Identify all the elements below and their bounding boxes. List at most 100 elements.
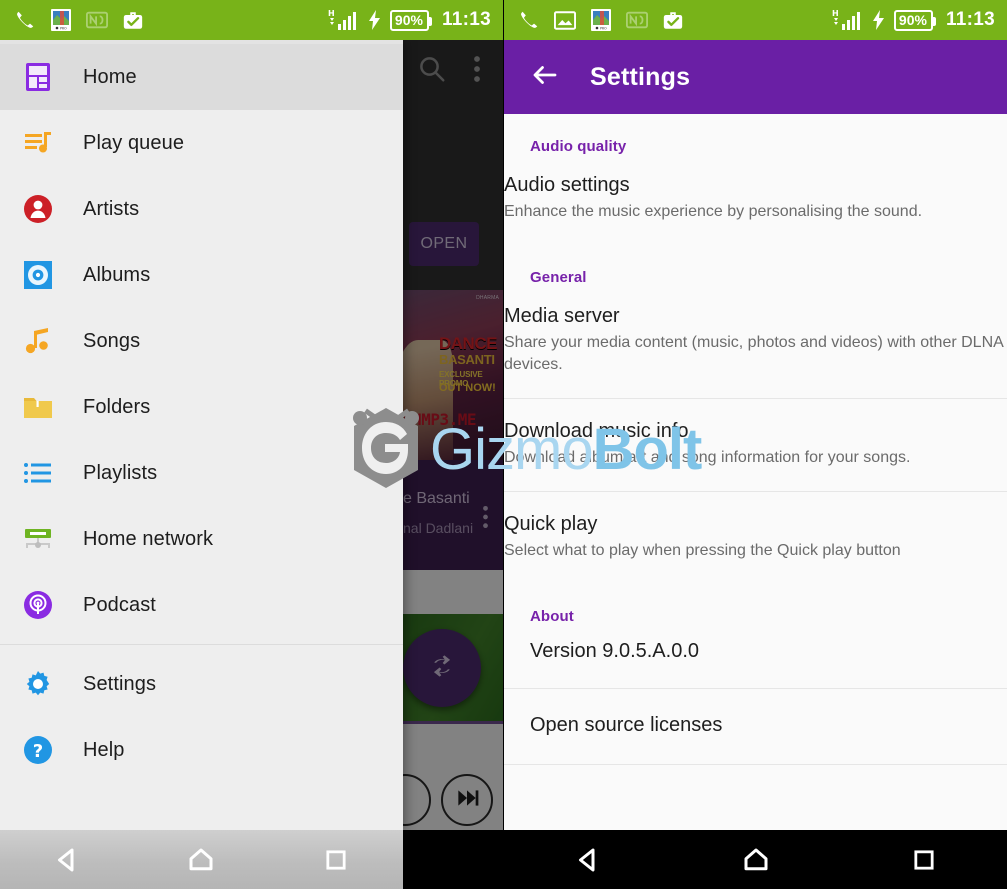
pref-version[interactable]: Version 9.0.5.A.0.0: [504, 639, 1007, 688]
sidebar-item-albums[interactable]: Albums: [0, 242, 403, 308]
sidebar-item-label: Playlists: [83, 461, 158, 484]
status-bar-right-left-icons: PRO: [518, 8, 832, 32]
pref-media-server[interactable]: Media server Share your media content (m…: [504, 300, 1007, 398]
charging-bolt-icon: [367, 9, 381, 31]
charging-bolt-icon: [871, 9, 885, 31]
pref-title: Version 9.0.5.A.0.0: [530, 640, 700, 663]
home-pentagon-icon[interactable]: [714, 830, 798, 889]
status-bar-right: PRO H 90% 11:13: [504, 0, 1007, 40]
nfc-icon: [626, 11, 648, 29]
sidebar-item-folders[interactable]: Folders: [0, 374, 403, 440]
svg-text:H: H: [328, 9, 335, 18]
settings-app-bar: Settings: [504, 40, 1007, 114]
recents-square-icon[interactable]: [882, 830, 966, 889]
pref-subtitle: Select what to play when pressing the Qu…: [504, 542, 901, 560]
right-screen-settings: PRO H 90% 11:13 Settings Audio quality A…: [503, 0, 1007, 889]
work-profile-icon: [122, 10, 144, 31]
svg-text:PRO: PRO: [60, 26, 67, 30]
status-bar-left-icons: PRO: [14, 8, 328, 32]
back-arrow-icon[interactable]: [530, 60, 560, 95]
pref-audio-settings[interactable]: Audio settings Enhance the music experie…: [504, 169, 1007, 245]
playlist-lines-icon: [19, 454, 57, 492]
android-nav-bar-right: [504, 830, 1007, 889]
navigation-drawer: Home Play queue Artists Albums Songs Fol…: [0, 40, 403, 830]
pref-subtitle: Enhance the music experience by personal…: [504, 203, 923, 220]
album-disc-icon: [19, 256, 57, 294]
phone-call-icon: [518, 9, 540, 31]
section-heading-about: About: [530, 608, 574, 626]
clock-text: 11:13: [945, 9, 995, 30]
pref-title: Open source licenses: [530, 714, 723, 737]
sidebar-item-home[interactable]: Home: [0, 44, 403, 110]
pref-open-source-licenses[interactable]: Open source licenses: [504, 689, 1007, 764]
play-queue-icon: [19, 124, 57, 162]
section-heading-audio-quality: Audio quality: [530, 138, 627, 155]
settings-list[interactable]: Audio quality Audio settings Enhance the…: [504, 114, 1007, 830]
sidebar-item-play-queue[interactable]: Play queue: [0, 110, 403, 176]
drawer-scrim[interactable]: [403, 40, 503, 889]
sidebar-item-label: Folders: [83, 395, 151, 418]
pref-title: Media server: [504, 305, 620, 328]
phone-call-icon: [14, 9, 36, 31]
pref-subtitle: Share your media content (music, photos …: [504, 334, 1003, 374]
sidebar-item-help[interactable]: ? Help: [0, 717, 403, 783]
image-icon: [554, 10, 576, 30]
music-note-icon: [19, 322, 57, 360]
photo-app-icon: PRO: [590, 8, 612, 32]
home-network-icon: [19, 520, 57, 558]
svg-text:H: H: [832, 9, 839, 18]
sidebar-item-label: Podcast: [83, 593, 156, 616]
sidebar-item-songs[interactable]: Songs: [0, 308, 403, 374]
home-pentagon-icon[interactable]: [159, 830, 243, 889]
pref-subtitle: Download album art and song information …: [504, 449, 911, 467]
left-screen-drawer: PRO H 90% 11:13 OPEN DHARMA DANCE BASANT…: [0, 0, 503, 889]
photo-app-icon: PRO: [50, 8, 72, 32]
battery-indicator: 90%: [389, 9, 432, 31]
status-bar: PRO H 90% 11:13: [0, 0, 503, 40]
back-triangle-icon[interactable]: [546, 830, 630, 889]
svg-text:?: ?: [33, 741, 43, 762]
signal-bars-icon: H: [328, 8, 358, 32]
sidebar-item-label: Songs: [83, 329, 141, 352]
sidebar-item-label: Artists: [83, 197, 140, 220]
battery-indicator: 90%: [893, 9, 936, 31]
drawer-divider: [0, 644, 403, 645]
folder-icon: [19, 388, 57, 426]
scrim-nav-filler: [403, 830, 503, 889]
pref-quick-play[interactable]: Quick play Select what to play when pres…: [504, 492, 1007, 584]
nfc-icon: [86, 11, 108, 29]
android-nav-bar-left: [0, 830, 403, 889]
podcast-icon: [19, 586, 57, 624]
sidebar-item-settings[interactable]: Settings: [0, 651, 403, 717]
pref-title: Audio settings: [504, 174, 630, 196]
sidebar-item-label: Help: [83, 738, 125, 761]
sidebar-item-home-network[interactable]: Home network: [0, 506, 403, 572]
sidebar-item-label: Settings: [83, 672, 157, 695]
sidebar-item-label: Home network: [83, 527, 214, 550]
battery-level-text: 90%: [898, 12, 927, 28]
status-bar-right-icons: H 90% 11:13: [328, 8, 491, 32]
sidebar-item-playlists[interactable]: Playlists: [0, 440, 403, 506]
signal-bars-icon: H: [832, 8, 862, 32]
pref-title: Download music info: [504, 420, 689, 443]
section-heading-general: General: [530, 269, 587, 287]
back-triangle-icon[interactable]: [25, 830, 109, 889]
sidebar-item-label: Play queue: [83, 131, 185, 154]
svg-text:PRO: PRO: [600, 26, 607, 30]
sidebar-item-artists[interactable]: Artists: [0, 176, 403, 242]
home-dashboard-icon: [19, 58, 57, 96]
pref-title: Quick play: [504, 513, 598, 536]
gear-icon: [19, 665, 57, 703]
sidebar-item-podcast[interactable]: Podcast: [0, 572, 403, 638]
artist-person-icon: [19, 190, 57, 228]
battery-level-text: 90%: [394, 12, 423, 28]
pref-download-music-info[interactable]: Download music info Download album art a…: [504, 399, 1007, 491]
recents-square-icon[interactable]: [294, 830, 378, 889]
clock-text: 11:13: [441, 9, 491, 30]
status-bar-right-right-icons: H 90% 11:13: [832, 8, 995, 32]
list-divider: [504, 764, 1007, 766]
sidebar-item-label: Home: [83, 65, 137, 88]
work-profile-icon: [662, 10, 684, 31]
sidebar-item-label: Albums: [83, 263, 151, 286]
page-title: Settings: [590, 62, 691, 91]
